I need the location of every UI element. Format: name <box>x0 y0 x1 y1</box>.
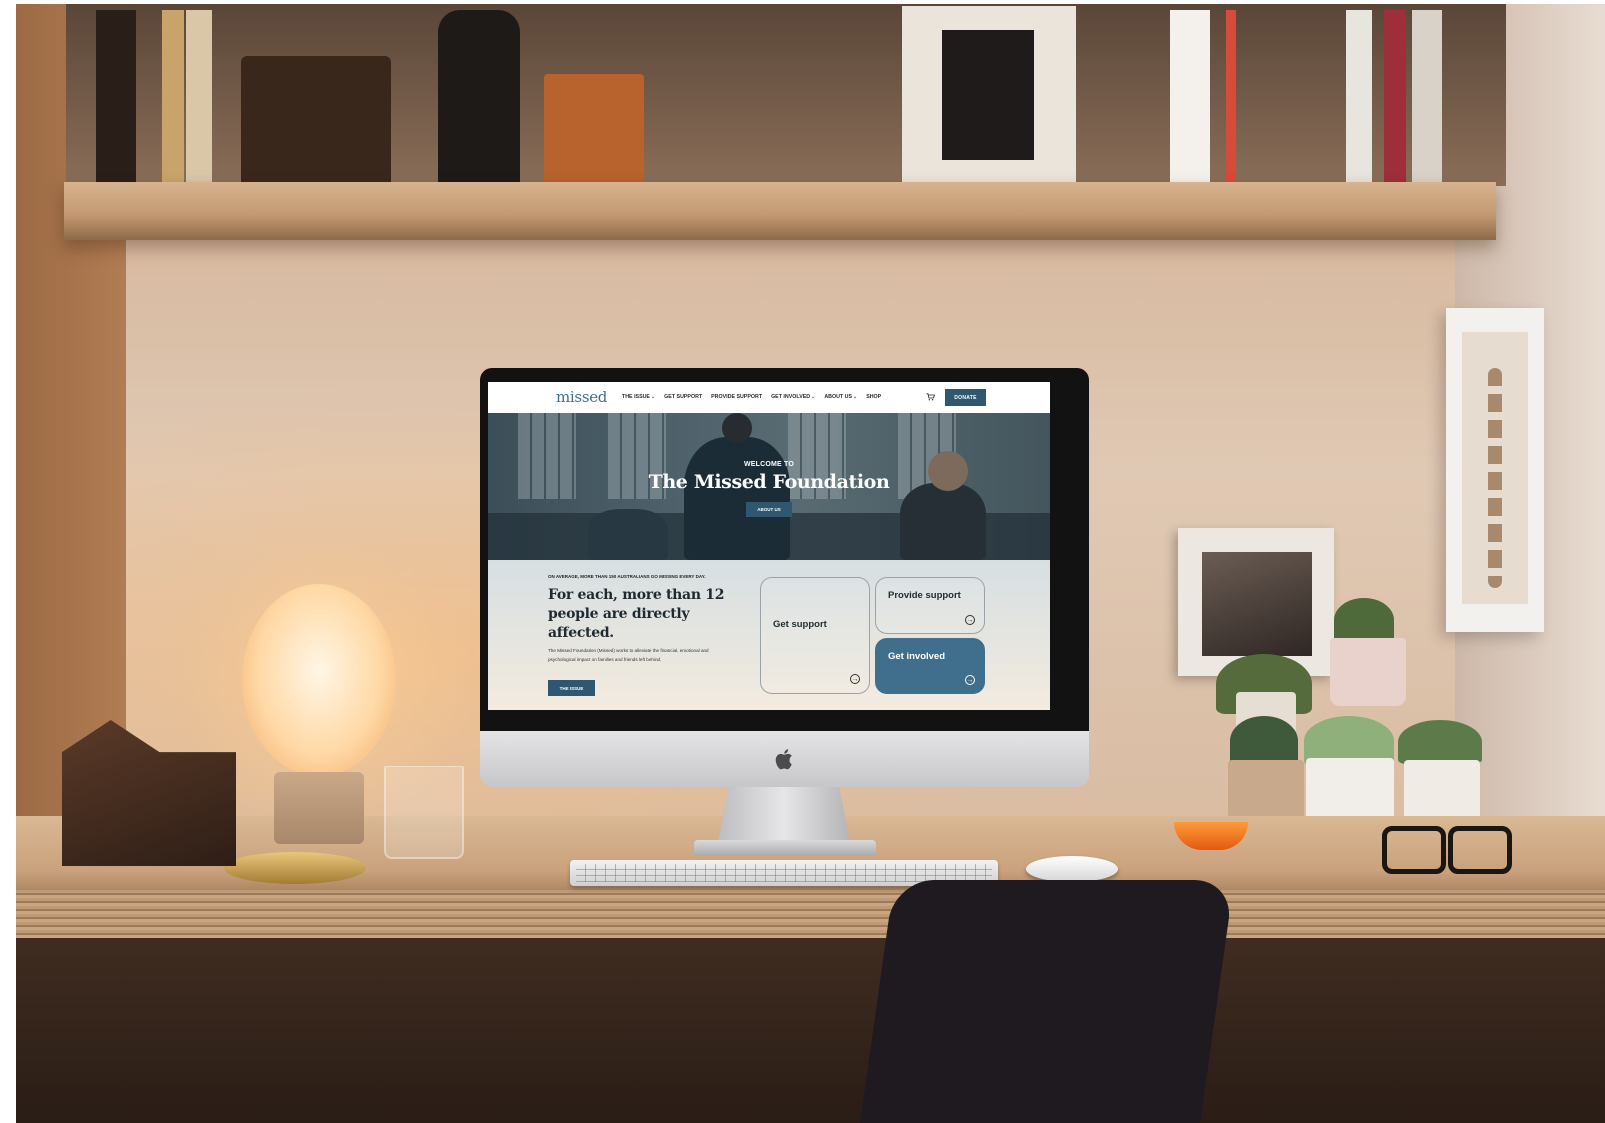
hero-banner: WELCOME TO The Missed Foundation ABOUT U… <box>488 413 1050 560</box>
site-logo[interactable]: missed <box>556 388 607 406</box>
get-involved-card[interactable]: Get involved → <box>875 638 985 694</box>
info-section: ON AVERAGE, MORE THAN 150 AUSTRALIANS GO… <box>488 560 1050 710</box>
nav-item-label: ABOUT US <box>824 394 852 400</box>
imac-stand <box>718 787 850 843</box>
chevron-down-icon: ⌄ <box>852 394 858 400</box>
info-headline: For each, more than 12 people are direct… <box>548 587 725 641</box>
hero-title: The Missed Foundation <box>648 471 890 493</box>
nav-item-the-issue[interactable]: THE ISSUE ⌄ <box>622 394 655 400</box>
info-kicker: ON AVERAGE, MORE THAN 150 AUSTRALIANS GO… <box>548 574 706 579</box>
chair <box>857 880 1235 1123</box>
chevron-down-icon: ⌄ <box>811 394 816 400</box>
desk-edge <box>16 890 1605 938</box>
plant-pot <box>1330 638 1406 706</box>
get-support-card[interactable]: Get support → <box>760 577 870 694</box>
under-desk <box>16 938 1605 1123</box>
lamp <box>242 584 396 776</box>
website-screen: missed THE ISSUE ⌄ GET SUPPORT PROVIDE S… <box>488 382 1050 710</box>
nav-item-label: THE ISSUE <box>622 394 650 400</box>
eyeglasses <box>1376 822 1512 874</box>
arrow-right-circle-icon: → <box>965 615 975 625</box>
chevron-down-icon: ⌄ <box>650 394 656 400</box>
imac-stand-base <box>694 840 876 856</box>
nav-item-label: GET INVOLVED <box>771 394 811 400</box>
site-navbar: missed THE ISSUE ⌄ GET SUPPORT PROVIDE S… <box>488 382 1050 413</box>
arrow-right-circle-icon: → <box>965 675 975 685</box>
cactus-plant <box>1334 598 1394 642</box>
nav-item-label: SHOP <box>866 394 882 400</box>
hero-welcome: WELCOME TO <box>743 461 795 468</box>
succulent-plant <box>1230 716 1298 766</box>
cart-icon[interactable] <box>926 393 935 401</box>
donate-button[interactable]: DONATE <box>945 389 986 406</box>
succulent-plant <box>1398 720 1482 764</box>
the-issue-button[interactable]: THE ISSUE <box>548 680 595 696</box>
nav-item-shop[interactable]: SHOP <box>866 394 881 400</box>
nav-item-provide-support[interactable]: PROVIDE SUPPORT <box>711 394 762 400</box>
nav-item-about-us[interactable]: ABOUT US ⌄ <box>824 394 857 400</box>
wall-art-frame <box>1446 308 1544 632</box>
imac-chin <box>480 731 1089 787</box>
nav-item-label: GET SUPPORT <box>664 394 703 400</box>
lamp-base <box>274 772 364 844</box>
about-us-button[interactable]: ABOUT US <box>746 502 792 517</box>
shelf-board <box>64 182 1496 240</box>
card-label: Provide support <box>888 590 961 601</box>
provide-support-card[interactable]: Provide support → <box>875 577 985 634</box>
bookshelf <box>66 4 1506 186</box>
nav-item-get-support[interactable]: GET SUPPORT <box>664 394 702 400</box>
arrow-right-circle-icon: → <box>850 674 860 684</box>
nav-item-get-involved[interactable]: GET INVOLVED ⌄ <box>771 394 815 400</box>
card-label: Get involved <box>888 651 946 662</box>
mouse <box>1026 856 1118 882</box>
drinking-glass <box>384 766 464 859</box>
info-description: The Missed Foundation (Missed) works to … <box>548 648 709 662</box>
brass-tray <box>224 852 366 884</box>
nav-links: THE ISSUE ⌄ GET SUPPORT PROVIDE SUPPORT … <box>622 394 881 400</box>
nav-item-label: PROVIDE SUPPORT <box>711 394 763 400</box>
apple-logo-icon <box>775 749 792 770</box>
card-label: Get support <box>773 619 827 630</box>
